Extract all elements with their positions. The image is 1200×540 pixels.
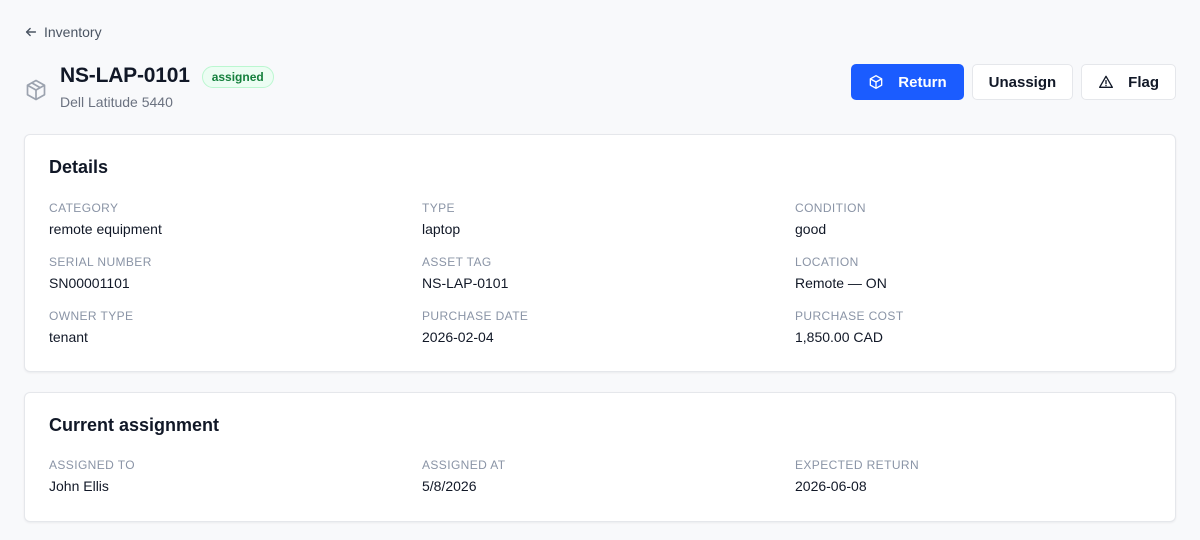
field-label: LOCATION <box>795 255 859 269</box>
asset-title-group: NS-LAP-0101 assigned Dell Latitude 5440 <box>24 64 274 110</box>
field-expected-return: EXPECTED RETURN 2026-06-08 <box>795 458 1151 494</box>
field-label: CONDITION <box>795 201 866 215</box>
package-icon <box>869 75 883 89</box>
assignment-title: Current assignment <box>49 415 220 435</box>
field-label: OWNER TYPE <box>49 309 134 323</box>
assignment-grid: ASSIGNED TO John Ellis ASSIGNED AT 5/8/2… <box>49 458 1151 494</box>
field-label: ASSIGNED TO <box>49 458 135 472</box>
field-serial-number: SERIAL NUMBER SN00001101 <box>49 255 422 291</box>
details-title: Details <box>49 157 109 177</box>
field-label: SERIAL NUMBER <box>49 255 152 269</box>
page-header: NS-LAP-0101 assigned Dell Latitude 5440 … <box>24 64 1176 114</box>
asset-detail-page: Inventory NS-LAP-0101 assigned Dell Lati… <box>0 0 1200 540</box>
field-assigned-to: ASSIGNED TO John Ellis <box>49 458 422 494</box>
page-title: NS-LAP-0101 <box>60 64 190 87</box>
field-label: PURCHASE DATE <box>422 309 529 323</box>
field-label: ASSET TAG <box>422 255 492 269</box>
field-label: EXPECTED RETURN <box>795 458 920 472</box>
field-purchase-cost: PURCHASE COST 1,850.00 CAD <box>795 309 1151 345</box>
field-value: John Ellis <box>49 478 109 494</box>
current-assignment-card: Current assignment ASSIGNED TO John Elli… <box>24 392 1176 522</box>
alert-triangle-icon <box>1099 75 1114 88</box>
field-purchase-date: PURCHASE DATE 2026-02-04 <box>422 309 795 345</box>
asset-title-block: NS-LAP-0101 assigned Dell Latitude 5440 <box>60 64 274 110</box>
field-value: SN00001101 <box>49 275 130 291</box>
field-value: 2026-06-08 <box>795 478 867 494</box>
flag-button[interactable]: Flag <box>1081 64 1176 100</box>
field-assigned-at: ASSIGNED AT 5/8/2026 <box>422 458 795 494</box>
field-category: CATEGORY remote equipment <box>49 201 422 237</box>
field-label: CATEGORY <box>49 201 119 215</box>
field-value: 1,850.00 CAD <box>795 329 883 345</box>
field-value: 5/8/2026 <box>422 478 477 494</box>
field-value: good <box>795 221 827 237</box>
return-button[interactable]: Return <box>851 64 964 100</box>
back-link-label: Inventory <box>44 24 102 40</box>
package-icon <box>26 79 46 101</box>
field-value: tenant <box>49 329 88 345</box>
details-grid: CATEGORY remote equipment TYPE laptop CO… <box>49 201 1151 345</box>
action-buttons: Return Unassign Flag <box>851 64 1176 100</box>
field-type: TYPE laptop <box>422 201 795 237</box>
status-badge: assigned <box>201 66 274 88</box>
field-label: PURCHASE COST <box>795 309 904 323</box>
unassign-button[interactable]: Unassign <box>971 64 1074 100</box>
field-value: Remote — ON <box>795 275 887 291</box>
return-button-label: Return <box>898 73 947 91</box>
field-value: NS-LAP-0101 <box>422 275 509 291</box>
arrow-left-icon <box>25 27 37 37</box>
field-owner-type: OWNER TYPE tenant <box>49 309 422 345</box>
field-value: laptop <box>422 221 461 237</box>
flag-button-label: Flag <box>1128 73 1159 91</box>
field-label: TYPE <box>422 201 455 215</box>
field-asset-tag: ASSET TAG NS-LAP-0101 <box>422 255 795 291</box>
details-card: Details CATEGORY remote equipment TYPE l… <box>24 134 1176 372</box>
back-to-inventory-link[interactable]: Inventory <box>24 24 102 40</box>
field-condition: CONDITION good <box>795 201 1151 237</box>
field-label: ASSIGNED AT <box>422 458 506 472</box>
asset-model: Dell Latitude 5440 <box>60 94 173 110</box>
asset-title-row: NS-LAP-0101 assigned <box>60 64 274 88</box>
field-value: 2026-02-04 <box>422 329 494 345</box>
field-location: LOCATION Remote — ON <box>795 255 1151 291</box>
unassign-button-label: Unassign <box>988 73 1057 91</box>
field-value: remote equipment <box>49 221 162 237</box>
